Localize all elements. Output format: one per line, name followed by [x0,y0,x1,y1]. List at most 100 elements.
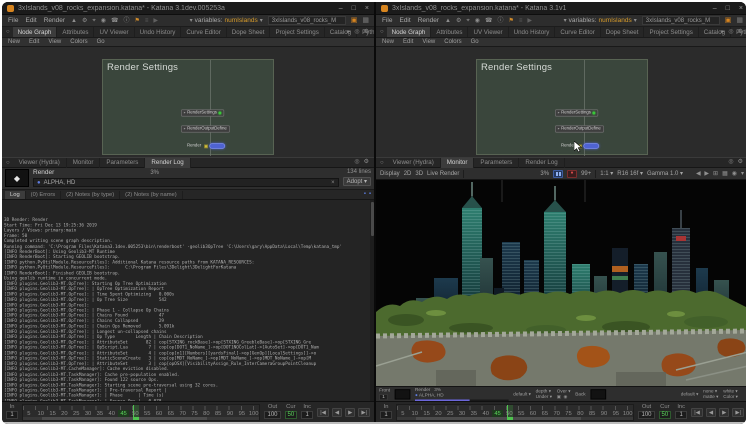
main-tab[interactable]: Curve Editor [555,27,600,37]
filename-field[interactable]: 3xIslands_v08_rocks_M [268,16,346,25]
wrap-icon[interactable]: ▪ [369,191,371,197]
nodegraph-menu-item[interactable]: Edit [29,39,39,45]
title-bar[interactable]: 3xIslands_v08_rocks_expansion.katana* - … [2,2,374,15]
main-tab[interactable]: UV Viewer [468,27,508,37]
orange-toggle-icon[interactable]: ▣ [351,17,358,24]
ruler-scrollbar[interactable] [23,417,259,420]
live-render-button[interactable]: Live Render [427,171,459,177]
render-log-output[interactable]: 3D Render: RenderStart Time: Fri Dec 13 … [2,200,374,401]
gear-icon[interactable]: ⚙ [82,18,87,24]
inc-value[interactable]: 1 [675,411,687,419]
main-tab[interactable]: Node Graph [387,27,432,37]
gear-icon[interactable]: ⚙ [364,28,369,35]
zoom-dropdown[interactable]: 1:1 ▾ [600,170,613,177]
transport-button[interactable]: |◀ [317,408,329,417]
pin-icon[interactable]: ◎ [728,28,733,35]
inc-value[interactable]: 1 [301,411,313,419]
main-tab[interactable]: UV Viewer [94,27,134,37]
transport-button[interactable]: ▶ [345,408,355,417]
back-thumbnail[interactable] [590,389,606,399]
close-button[interactable]: × [739,5,743,12]
main-tab[interactable]: Node Graph [13,27,58,37]
gear-icon[interactable]: ⚙ [364,158,369,165]
panel-tab[interactable]: Monitor [67,158,101,168]
flag-icon[interactable]: ⚑ [135,18,140,24]
list-icon[interactable]: ≡ [145,18,149,24]
flag-icon[interactable]: ⚑ [509,18,514,24]
transport-button[interactable]: ▶| [732,408,744,417]
orange-toggle-icon[interactable]: ▣ [725,17,732,24]
chevron-right-icon[interactable]: ▸ [347,28,350,35]
close-button[interactable]: × [365,5,369,12]
next-icon[interactable]: ▶ [704,170,709,177]
view-3d-button[interactable]: 3D [415,171,423,177]
info-icon[interactable]: ⓘ [497,18,503,24]
main-tab[interactable]: Project Settings [270,27,324,37]
render-thumbnail[interactable]: ◆ [5,169,29,187]
depth-dropdown[interactable]: depth ▾ [536,389,551,394]
panel-tab[interactable]: Parameters [474,158,519,168]
chevron-down-icon[interactable]: ▾ [741,170,744,177]
nodegraph-menu-item[interactable]: View [48,39,61,45]
panel-tab[interactable]: Render Log [519,158,564,168]
variables-value[interactable]: numIslands [224,17,257,24]
nodegraph-menu-item[interactable]: View [422,39,435,45]
grid-icon[interactable]: ▦ [722,170,728,177]
main-tab[interactable]: Attributes [431,27,468,37]
target-icon[interactable]: ⌖ [466,18,469,24]
adopt-button[interactable]: Adopt ▾ [343,177,371,186]
grid-toggle-icon[interactable]: ▦ [736,17,743,24]
in-value[interactable]: 1 [380,411,392,419]
node-renderoutputdefine[interactable]: ▸ RenderOutputDefine [555,125,604,132]
frame-ruler[interactable]: 5101520253035404550556065707580859095100 [22,404,260,421]
transport-button[interactable]: ◀ [332,408,342,417]
nodegraph-menu-item[interactable]: New [8,39,20,45]
nodegraph-menu-item[interactable]: Edit [403,39,413,45]
over-dropdown[interactable]: Over ▾ [557,389,571,394]
panel-menu-icon[interactable]: ○ [380,160,384,166]
menu-edit[interactable]: Edit [24,17,37,24]
out-value[interactable]: 100 [264,411,280,419]
main-tab[interactable]: Dope Sheet [601,27,645,37]
camera-icon[interactable]: ◉ [564,395,568,400]
default-dropdown-2[interactable]: default ▾ [681,392,699,397]
main-tab[interactable]: Undo History [135,27,182,37]
cur-value[interactable]: 50 [285,411,298,419]
clear-icon[interactable]: × [331,180,335,186]
filename-field[interactable]: 3xIslands_v08_rocks_M [642,16,720,25]
chevron-right-icon[interactable]: ▸ [721,28,724,35]
nodegraph-menu-item[interactable]: Go [471,39,479,45]
nodegraph-menu-item[interactable]: Colors [444,39,461,45]
render-pass-field[interactable]: ● ALPHA, HD × [33,178,339,187]
under-dropdown[interactable]: Under ▾ [536,395,552,400]
gear-icon[interactable]: ⚙ [738,158,743,165]
main-tab[interactable]: Dope Sheet [227,27,271,37]
backdrop-node[interactable]: Render Settings ▸ RenderSettings ▸ Rende… [476,59,648,155]
cur-value[interactable]: 50 [659,411,672,419]
none-dropdown[interactable]: none ▾ [703,389,717,394]
log-filter-tab[interactable]: (2) Notes (by type) [61,191,120,199]
prev-icon[interactable]: ▶ [696,170,701,177]
panel-menu-icon[interactable]: ○ [6,29,10,35]
expand-icon[interactable]: ⊞ [713,170,718,177]
log-filter-tab[interactable]: (2) Notes (by name) [120,191,183,199]
white-dropdown[interactable]: white ▾ [723,389,738,394]
menu-file[interactable]: File [381,17,393,24]
transport-button[interactable]: ▶| [358,408,370,417]
ruler-scrollbar[interactable] [397,417,633,420]
node-rendersettings[interactable]: ▸ RenderSettings [181,109,224,116]
list-icon[interactable]: ≡ [519,18,523,24]
transport-button[interactable]: |◀ [691,408,703,417]
node-rendersettings[interactable]: ▸ RenderSettings [555,109,598,116]
title-bar[interactable]: 3xIslands_v08_rocks_expansion.katana* - … [376,2,748,15]
color-dropdown[interactable]: Color ▾ [723,395,738,400]
pin-icon[interactable]: ◎ [354,28,359,35]
chevron-down-icon[interactable]: ▾ [564,18,567,24]
node-renderoutputdefine[interactable]: ▸ RenderOutputDefine [181,125,230,132]
menu-render[interactable]: Render [417,17,440,24]
phone-icon[interactable]: ☎ [111,18,118,24]
panel-menu-icon[interactable]: ○ [380,29,384,35]
panel-tab[interactable]: Viewer (Hydra) [387,158,441,168]
matte-dropdown[interactable]: matte ▾ [703,395,718,400]
menu-edit[interactable]: Edit [398,17,411,24]
